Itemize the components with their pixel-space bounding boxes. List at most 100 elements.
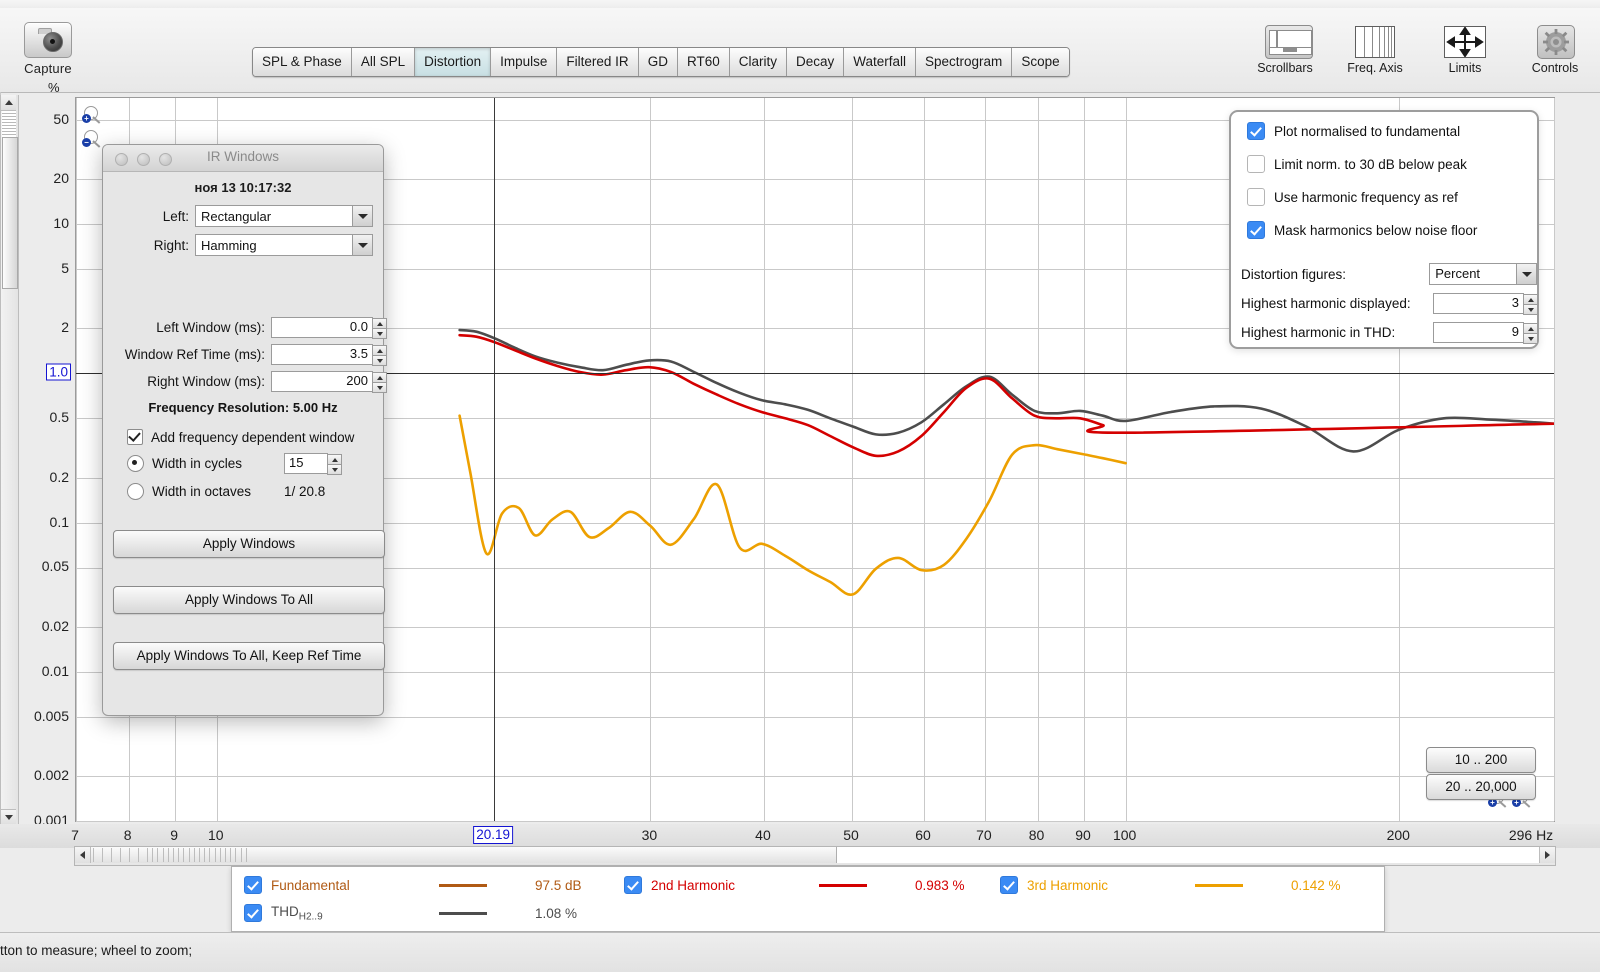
view-tab-bar[interactable]: SPL & Phase All SPL Distortion Impulse Filte… xyxy=(252,47,1070,77)
left-window-row: Left Window (ms): 0.0 xyxy=(113,317,387,339)
legend-checkbox[interactable] xyxy=(244,876,262,894)
width-in-cycles-radio[interactable] xyxy=(127,455,144,472)
highest-harmonic-thd-stepper[interactable] xyxy=(1523,323,1538,344)
left-window-label: Left Window (ms): xyxy=(156,320,265,335)
tab-clarity[interactable]: Clarity xyxy=(729,48,787,76)
window-ref-time-input[interactable]: 3.5 xyxy=(271,344,387,366)
tab-decay[interactable]: Decay xyxy=(786,48,845,76)
legend-label: Fundamental xyxy=(271,878,439,893)
left-window-input[interactable]: 0.0 xyxy=(271,317,387,339)
highest-harmonic-displayed-input[interactable]: 3 xyxy=(1432,293,1538,315)
width-in-octaves-row[interactable]: Width in octaves 1/ 20.8 xyxy=(127,483,373,500)
controls-button[interactable]: Controls xyxy=(1518,24,1592,75)
tab-gd[interactable]: GD xyxy=(638,48,678,76)
y-axis-tick-label: 0.002 xyxy=(33,767,69,784)
scroll-left-arrow-icon[interactable] xyxy=(75,847,91,863)
legend-checkbox[interactable] xyxy=(244,904,262,922)
capture-button[interactable]: Capture xyxy=(18,22,78,76)
use-harmonic-freq-row[interactable]: Use harmonic frequency as ref xyxy=(1247,188,1537,206)
width-in-cycles-input[interactable]: 15 xyxy=(284,453,342,475)
tab-scope[interactable]: Scope xyxy=(1012,48,1069,76)
width-in-octaves-value: 1/ 20.8 xyxy=(284,484,326,499)
x-axis-tick-label: 9 xyxy=(170,827,179,843)
tab-spl-phase[interactable]: SPL & Phase xyxy=(253,48,352,76)
plot-normalised-row[interactable]: Plot normalised to fundamental xyxy=(1247,122,1537,140)
width-in-cycles-stepper[interactable] xyxy=(327,454,342,475)
main-toolbar: Capture SPL & Phase All SPL Distortion Impu… xyxy=(0,8,1600,93)
plot-legend[interactable]: Fundamental 97.5 dB THDH2..9 1.08 % 2nd Harm… xyxy=(231,866,1385,932)
add-fdw-checkbox[interactable] xyxy=(127,429,143,445)
chevron-down-icon[interactable] xyxy=(352,206,372,226)
scroll-right-arrow-icon[interactable] xyxy=(1539,847,1555,863)
horizontal-scrollbar[interactable] xyxy=(74,846,1556,866)
window-ref-time-value: 3.5 xyxy=(349,346,368,361)
y-axis-tick-label: 0.5 xyxy=(49,409,69,426)
right-window-type-select[interactable]: Hamming xyxy=(195,234,373,256)
left-window-type-label: Left: xyxy=(162,208,189,224)
freq-axis-button[interactable]: Freq. Axis xyxy=(1338,24,1412,75)
legend-checkbox[interactable] xyxy=(1000,876,1018,894)
highest-harmonic-thd-input[interactable]: 9 xyxy=(1432,322,1538,344)
legend-item[interactable]: Fundamental 97.5 dB xyxy=(244,871,582,899)
range-button-20-20000[interactable]: 20 .. 20,000 xyxy=(1426,774,1536,800)
mask-harmonics-checkbox[interactable] xyxy=(1247,221,1265,239)
legend-value: 0.983 % xyxy=(915,877,965,893)
highest-harmonic-displayed-stepper[interactable] xyxy=(1523,294,1538,315)
window-ref-time-stepper[interactable] xyxy=(372,345,387,366)
ir-windows-titlebar[interactable]: IR Windows xyxy=(103,145,383,172)
legend-checkbox[interactable] xyxy=(624,876,642,894)
width-in-cycles-row[interactable]: Width in cycles 15 xyxy=(127,453,373,475)
tab-distortion[interactable]: Distortion xyxy=(415,48,492,76)
legend-item[interactable]: 2nd Harmonic 0.983 % xyxy=(624,871,965,899)
series-line xyxy=(458,333,1554,458)
left-window-type-select[interactable]: Rectangular xyxy=(195,205,373,227)
mask-harmonics-row[interactable]: Mask harmonics below noise floor xyxy=(1247,221,1537,239)
width-in-octaves-label: Width in octaves xyxy=(152,484,252,499)
y-axis-tick-label: 0.005 xyxy=(33,707,69,724)
limit-norm-row[interactable]: Limit norm. to 30 dB below peak xyxy=(1247,155,1537,173)
left-window-stepper[interactable] xyxy=(372,318,387,339)
mask-harmonics-label: Mask harmonics below noise floor xyxy=(1274,222,1478,238)
tab-waterfall[interactable]: Waterfall xyxy=(844,48,917,76)
tab-rt60[interactable]: RT60 xyxy=(677,48,730,76)
left-window-type-row: Left: Rectangular xyxy=(113,205,373,227)
ir-windows-dialog[interactable]: IR Windows ноя 13 10:17:32 Left: Rectang… xyxy=(102,144,387,716)
zoom-out-icon[interactable]: − xyxy=(82,130,102,150)
add-fdw-row[interactable]: Add frequency dependent window xyxy=(127,429,373,445)
legend-item[interactable]: 3rd Harmonic 0.142 % xyxy=(1000,871,1341,899)
apply-windows-to-all-keep-ref-button[interactable]: Apply Windows To All, Keep Ref Time xyxy=(113,642,385,670)
range-button-10-200[interactable]: 10 .. 200 xyxy=(1426,747,1536,773)
x-axis-tick-label: 80 xyxy=(1028,827,1045,843)
right-window-input[interactable]: 200 xyxy=(271,371,387,393)
distortion-controls-panel[interactable]: Plot normalised to fundamental Limit nor… xyxy=(1229,110,1539,349)
camera-lens-icon xyxy=(43,32,63,52)
scrollbars-button[interactable]: Scrollbars xyxy=(1248,24,1322,75)
right-window-stepper[interactable] xyxy=(372,372,387,393)
gridline-horizontal xyxy=(76,821,1554,822)
plot-normalised-checkbox[interactable] xyxy=(1247,122,1265,140)
distortion-figures-value: Percent xyxy=(1435,266,1481,281)
use-harmonic-freq-checkbox[interactable] xyxy=(1247,188,1265,206)
apply-windows-button[interactable]: Apply Windows xyxy=(113,530,385,558)
distortion-figures-select[interactable]: Percent xyxy=(1429,263,1537,285)
x-axis-tick-label: 200 xyxy=(1386,827,1410,843)
tab-spectrogram[interactable]: Spectrogram xyxy=(916,48,1013,76)
width-in-octaves-radio[interactable] xyxy=(127,483,144,500)
apply-windows-to-all-button[interactable]: Apply Windows To All xyxy=(113,586,385,614)
gear-icon xyxy=(1530,24,1580,59)
chevron-down-icon[interactable] xyxy=(352,235,372,255)
zoom-in-icon[interactable]: + xyxy=(82,106,102,126)
limit-norm-label: Limit norm. to 30 dB below peak xyxy=(1274,156,1467,172)
limits-button[interactable]: Limits xyxy=(1428,24,1502,75)
legend-item[interactable]: THDH2..9 1.08 % xyxy=(244,899,577,927)
highest-harmonic-thd-label: Highest harmonic in THD: xyxy=(1241,325,1396,340)
chevron-down-icon[interactable] xyxy=(1516,264,1536,284)
tab-impulse[interactable]: Impulse xyxy=(491,48,558,76)
right-window-type-row: Right: Hamming xyxy=(113,234,373,256)
limit-norm-checkbox[interactable] xyxy=(1247,155,1265,173)
tab-filtered-ir[interactable]: Filtered IR xyxy=(557,48,639,76)
legend-line-swatch xyxy=(439,911,487,915)
controls-label: Controls xyxy=(1531,61,1579,75)
y-axis-tick-label: 2 xyxy=(61,319,69,336)
tab-all-spl[interactable]: All SPL xyxy=(351,48,416,76)
